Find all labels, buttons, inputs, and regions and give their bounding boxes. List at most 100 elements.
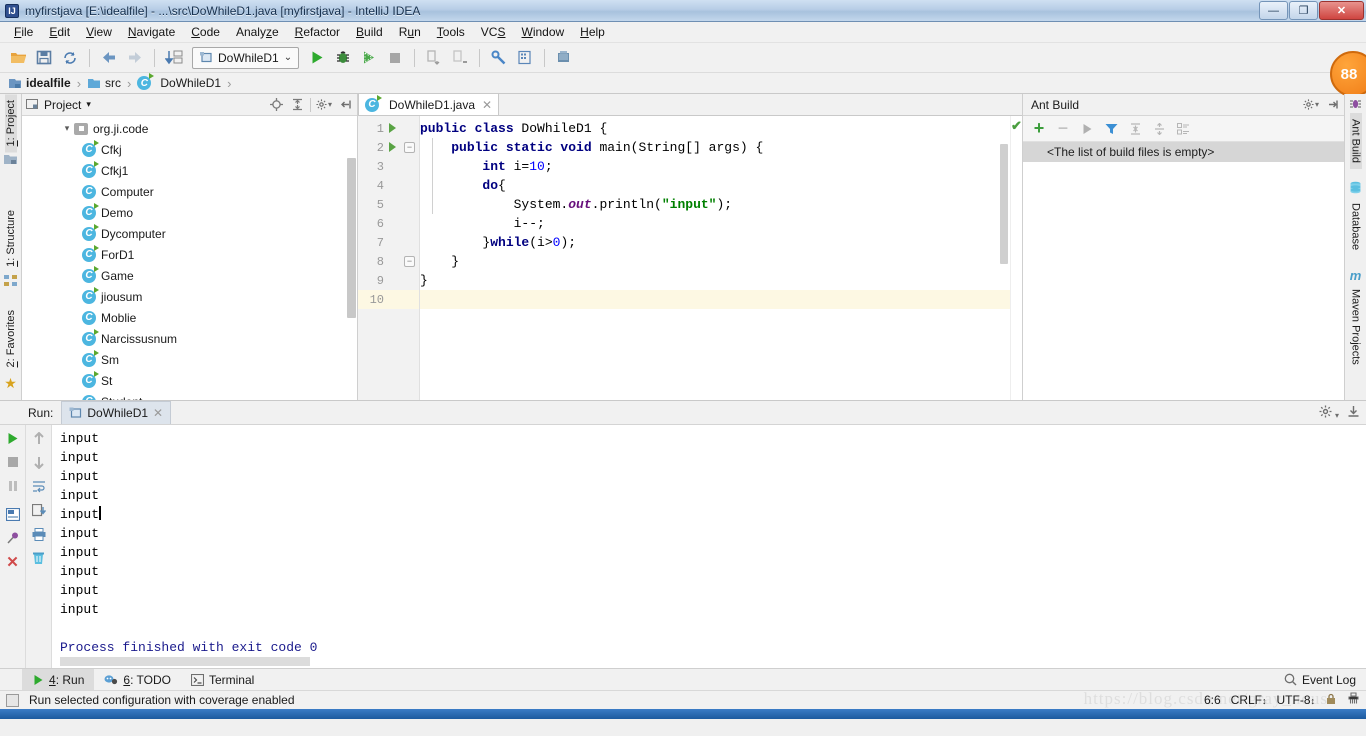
- collapse-all-icon[interactable]: [1149, 119, 1169, 139]
- run-tab-dowhiled1[interactable]: DoWhileD1 ✕: [61, 401, 171, 424]
- tree-node[interactable]: CDycomputer: [22, 223, 357, 244]
- run-icon[interactable]: [1077, 119, 1097, 139]
- expand-all-icon[interactable]: [1125, 119, 1145, 139]
- tree-node[interactable]: CMoblie: [22, 307, 357, 328]
- project-panel-caret[interactable]: ▾: [86, 99, 91, 110]
- menu-item-file[interactable]: File: [6, 23, 41, 41]
- collapse-all-icon[interactable]: [289, 97, 305, 113]
- tree-node[interactable]: Cjiousum: [22, 286, 357, 307]
- code-line[interactable]: [420, 290, 1010, 309]
- menu-item-window[interactable]: Window: [513, 23, 572, 41]
- sidebar-item-database[interactable]: Database: [1350, 197, 1362, 256]
- gutter-line[interactable]: 6: [358, 214, 419, 233]
- structure-search-icon[interactable]: [513, 46, 537, 70]
- code-line[interactable]: System.out.println("input");: [420, 195, 1010, 214]
- editor-tab-dowhiled1[interactable]: C DoWhileD1.java ✕: [358, 93, 499, 115]
- locate-icon[interactable]: [268, 97, 284, 113]
- tree-node[interactable]: CForD1: [22, 244, 357, 265]
- update-project-icon[interactable]: [162, 46, 186, 70]
- add-icon[interactable]: +: [1029, 119, 1049, 139]
- gutter-line[interactable]: 3: [358, 157, 419, 176]
- close-icon[interactable]: ✕: [4, 553, 22, 571]
- step-into-icon[interactable]: [448, 46, 472, 70]
- tree-node[interactable]: CStudent: [22, 391, 357, 400]
- bottom-tab-terminal[interactable]: Terminal: [181, 669, 264, 691]
- tree-node[interactable]: CSm: [22, 349, 357, 370]
- close-icon[interactable]: ✕: [482, 98, 492, 112]
- menu-item-help[interactable]: Help: [572, 23, 613, 41]
- bottom-tab-todo[interactable]: 6: TODO: [94, 669, 181, 691]
- tree-node[interactable]: CCfkj1: [22, 160, 357, 181]
- pin-icon[interactable]: [4, 529, 22, 547]
- code-line[interactable]: }: [420, 252, 1010, 271]
- menu-item-view[interactable]: View: [78, 23, 120, 41]
- gutter-line[interactable]: 8−: [358, 252, 419, 271]
- ant-build-list[interactable]: [1023, 162, 1344, 400]
- run-console-output[interactable]: inputinputinputinputinputinputinputinput…: [52, 425, 1366, 668]
- hide-icon[interactable]: [1324, 97, 1340, 113]
- stop-icon[interactable]: [4, 453, 22, 471]
- sidebar-item-ant-build[interactable]: Ant Build: [1350, 113, 1362, 169]
- print-icon[interactable]: [30, 525, 48, 543]
- save-output-icon[interactable]: [30, 501, 48, 519]
- trash-icon[interactable]: [30, 549, 48, 567]
- project-tree[interactable]: ▾org.ji.codeCCfkjCCfkj1CComputerCDemoCDy…: [22, 116, 357, 400]
- open-folder-icon[interactable]: [6, 46, 30, 70]
- settings-wrench-icon[interactable]: [487, 46, 511, 70]
- breadcrumb-item-class[interactable]: C DoWhileD1: [135, 76, 223, 90]
- inspections-icon[interactable]: [1347, 692, 1360, 708]
- sidebar-item-project[interactable]: 1: Project: [5, 94, 17, 152]
- back-arrow-icon[interactable]: [97, 46, 121, 70]
- code-line[interactable]: do{: [420, 176, 1010, 195]
- run-gutter-icon[interactable]: [384, 122, 400, 136]
- tree-node[interactable]: CGame: [22, 265, 357, 286]
- menu-item-build[interactable]: Build: [348, 23, 391, 41]
- gutter-line[interactable]: 9: [358, 271, 419, 290]
- down-arrow-icon[interactable]: [30, 453, 48, 471]
- gutter-line[interactable]: 4: [358, 176, 419, 195]
- code-line[interactable]: }: [420, 271, 1010, 290]
- properties-icon[interactable]: [1173, 119, 1193, 139]
- tree-node[interactable]: ▾org.ji.code: [22, 118, 357, 139]
- menu-item-refactor[interactable]: Refactor: [287, 23, 348, 41]
- up-arrow-icon[interactable]: [30, 429, 48, 447]
- export-icon[interactable]: [1347, 405, 1360, 421]
- remove-icon[interactable]: −: [1053, 119, 1073, 139]
- caret-position[interactable]: 6:6: [1204, 693, 1221, 707]
- gutter-line[interactable]: 2−: [358, 138, 419, 157]
- code-line[interactable]: int i=10;: [420, 157, 1010, 176]
- editor-vertical-scrollbar[interactable]: [1000, 144, 1008, 264]
- lock-icon[interactable]: [1325, 693, 1337, 708]
- sidebar-item-maven-projects[interactable]: Maven Projects: [1350, 283, 1362, 371]
- code-area[interactable]: public class DoWhileD1 { public static v…: [420, 116, 1010, 400]
- run-configuration-selector[interactable]: DoWhileD1 ⌄: [192, 47, 299, 69]
- console-horizontal-scrollbar[interactable]: [60, 657, 310, 666]
- close-button[interactable]: ✕: [1319, 1, 1364, 20]
- inspection-ok-icon[interactable]: ✔: [1011, 118, 1022, 134]
- debug-icon[interactable]: [331, 46, 355, 70]
- soft-wrap-icon[interactable]: [30, 477, 48, 495]
- encoding[interactable]: UTF-8↕: [1277, 693, 1316, 707]
- menu-item-analyze[interactable]: Analyze: [228, 23, 287, 41]
- close-icon[interactable]: ✕: [153, 406, 163, 420]
- settings-icon[interactable]: ▾: [1319, 405, 1339, 421]
- settings-icon[interactable]: ▾: [1303, 97, 1319, 113]
- sidebar-item-structure[interactable]: 1: Structure: [5, 204, 17, 273]
- run-icon[interactable]: [305, 46, 329, 70]
- step-over-icon[interactable]: [422, 46, 446, 70]
- code-line[interactable]: public class DoWhileD1 {: [420, 119, 1010, 138]
- sdk-manager-icon[interactable]: [552, 46, 576, 70]
- menu-item-run[interactable]: Run: [391, 23, 429, 41]
- forward-arrow-icon[interactable]: [123, 46, 147, 70]
- gutter-line[interactable]: 5: [358, 195, 419, 214]
- maximize-button[interactable]: ❐: [1289, 1, 1318, 20]
- tree-node[interactable]: CCfkj: [22, 139, 357, 160]
- code-line[interactable]: i--;: [420, 214, 1010, 233]
- bottom-tab-run[interactable]: 4: Run: [22, 669, 94, 691]
- run-with-coverage-icon[interactable]: [357, 46, 381, 70]
- hide-icon[interactable]: [337, 97, 353, 113]
- fold-toggle-icon[interactable]: −: [404, 142, 415, 153]
- gutter-line[interactable]: 10: [358, 290, 419, 309]
- save-all-icon[interactable]: [32, 46, 56, 70]
- line-separator[interactable]: CRLF↕: [1231, 693, 1267, 707]
